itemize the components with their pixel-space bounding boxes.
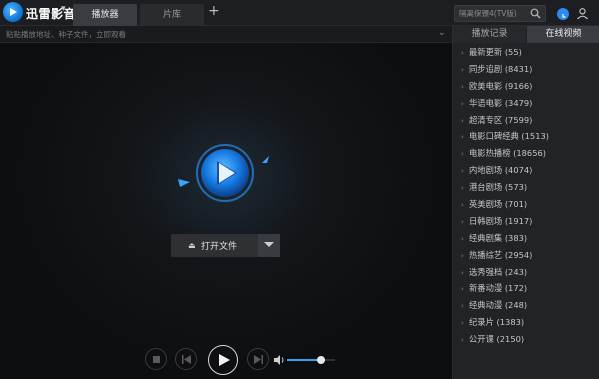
chevron-right-icon: ›	[461, 251, 464, 260]
chevron-right-icon: ›	[461, 167, 464, 176]
decor-triangle-icon	[178, 179, 190, 187]
url-bar[interactable]: 粘贴播放地址、种子文件，立即观看 ⌄	[0, 26, 452, 43]
list-item[interactable]: › 同步追剧 (8431)	[453, 61, 599, 78]
list-item[interactable]: › 电影热播榜 (18656)	[453, 145, 599, 162]
center-play-logo-icon[interactable]	[195, 143, 255, 203]
chevron-right-icon: ›	[461, 82, 464, 91]
app-logo-icon[interactable]	[3, 2, 23, 22]
volume-knob[interactable]	[316, 356, 325, 364]
chevron-right-icon: ›	[461, 319, 464, 328]
category-label: 热播综艺 (2954)	[469, 249, 533, 260]
url-input[interactable]: 粘贴播放地址、种子文件，立即观看	[6, 29, 126, 40]
category-label: 华语电影 (3479)	[469, 97, 533, 108]
list-item[interactable]: › 公开课 (2150)	[453, 331, 599, 348]
eject-icon: ⏏	[188, 241, 196, 250]
category-label: 内地剧场 (4074)	[469, 165, 533, 176]
stop-icon	[153, 356, 160, 363]
previous-button[interactable]	[175, 348, 197, 370]
list-item[interactable]: › 欧美电影 (9166)	[453, 78, 599, 95]
list-item[interactable]: › 经典剧集 (383)	[453, 230, 599, 247]
list-item[interactable]: › 华语电影 (3479)	[453, 95, 599, 112]
chevron-right-icon: ›	[461, 268, 464, 277]
chevron-right-icon: ›	[461, 201, 464, 210]
open-file-label: 打开文件	[201, 242, 238, 252]
list-item[interactable]: › 热播综艺 (2954)	[453, 247, 599, 264]
chevron-right-icon: ›	[461, 65, 464, 74]
previous-icon	[182, 355, 191, 364]
tab-online-video[interactable]: 在线视频	[527, 26, 599, 43]
tab-player[interactable]: 播放器	[73, 4, 137, 26]
add-tab-icon[interactable]: +	[208, 3, 220, 19]
search-input[interactable]: 隔离保镖4(TV版)	[459, 8, 517, 19]
chevron-right-icon: ›	[461, 285, 464, 294]
tab-library[interactable]: 片库	[140, 4, 204, 26]
category-list: › 最新更新 (55) › 同步追剧 (8431) › 欧美电影 (9166) › 华语电影 …	[453, 44, 599, 348]
chevron-right-icon: ›	[461, 133, 464, 142]
chevron-right-icon: ›	[461, 234, 464, 243]
list-item[interactable]: › 英美剧场 (701)	[453, 196, 599, 213]
category-label: 港台剧场 (573)	[469, 182, 528, 193]
next-icon	[254, 355, 263, 364]
search-box[interactable]: 隔离保镖4(TV版)	[454, 5, 546, 22]
side-panel: 播放记录 在线视频 › 最新更新 (55) › 同步追剧 (8431) › 欧美电影 (9…	[452, 26, 599, 379]
list-item[interactable]: › 经典动漫 (248)	[453, 297, 599, 314]
category-label: 电影热播榜 (18656)	[469, 148, 546, 159]
search-icon[interactable]	[530, 8, 541, 19]
list-item[interactable]: › 内地剧场 (4074)	[453, 162, 599, 179]
list-item[interactable]: › 日韩剧场 (1917)	[453, 213, 599, 230]
category-label: 超清专区 (7599)	[469, 114, 533, 125]
category-label: 同步追剧 (8431)	[469, 63, 533, 74]
chevron-right-icon: ›	[461, 150, 464, 159]
open-file-button[interactable]: ⏏ 打开文件	[171, 234, 258, 257]
chevron-right-icon: ›	[461, 99, 464, 108]
list-item[interactable]: › 纪录片 (1383)	[453, 314, 599, 331]
chevron-right-icon: ›	[461, 184, 464, 193]
chevron-right-icon: ›	[461, 217, 464, 226]
list-item[interactable]: › 港台剧场 (573)	[453, 179, 599, 196]
url-history-chevron-icon[interactable]: ⌄	[438, 28, 446, 38]
app-name[interactable]: 迅雷影音	[26, 5, 76, 22]
category-label: 公开课 (2150)	[469, 334, 525, 345]
list-item[interactable]: › 电影口碑经典 (1513)	[453, 128, 599, 145]
user-icon[interactable]	[576, 7, 589, 20]
next-button[interactable]	[247, 348, 269, 370]
category-label: 电影口碑经典 (1513)	[469, 131, 550, 142]
category-label: 经典动漫 (248)	[469, 300, 528, 311]
category-label: 日韩剧场 (1917)	[469, 215, 533, 226]
video-player-area[interactable]: ⏏ 打开文件	[0, 43, 452, 379]
app-menu-chevron-icon[interactable]: ▾	[61, 4, 66, 14]
chevron-right-icon: ›	[461, 49, 464, 57]
category-label: 经典剧集 (383)	[469, 232, 528, 243]
play-button[interactable]	[208, 345, 238, 375]
volume-level	[287, 359, 321, 361]
volume-icon[interactable]	[274, 355, 285, 365]
tab-play-history[interactable]: 播放记录	[453, 26, 526, 43]
list-item[interactable]: › 超清专区 (7599)	[453, 112, 599, 129]
chevron-right-icon: ›	[461, 302, 464, 311]
list-item[interactable]: › 选秀强档 (243)	[453, 264, 599, 281]
category-label: 纪录片 (1383)	[469, 317, 525, 328]
chevron-right-icon: ›	[461, 336, 464, 345]
category-label: 最新更新 (55)	[469, 47, 522, 57]
chevron-right-icon: ›	[461, 116, 464, 125]
list-item[interactable]: › 最新更新 (55)	[453, 44, 599, 61]
open-file-dropdown-button[interactable]	[258, 234, 280, 257]
category-label: 新番动漫 (172)	[469, 283, 528, 294]
category-label: 英美剧场 (701)	[469, 199, 528, 210]
history-clock-icon[interactable]	[557, 8, 569, 20]
category-label: 选秀强档 (243)	[469, 266, 528, 277]
decor-triangle-icon	[262, 156, 269, 163]
category-label: 欧美电影 (9166)	[469, 80, 533, 91]
title-bar: 迅雷影音 ▾ 播放器 片库 + 隔离保镖4(TV版)	[0, 0, 599, 26]
play-icon	[219, 354, 230, 366]
volume-slider[interactable]	[287, 356, 335, 364]
list-item[interactable]: › 新番动漫 (172)	[453, 280, 599, 297]
stop-button[interactable]	[145, 348, 167, 370]
chevron-down-icon	[264, 242, 274, 247]
